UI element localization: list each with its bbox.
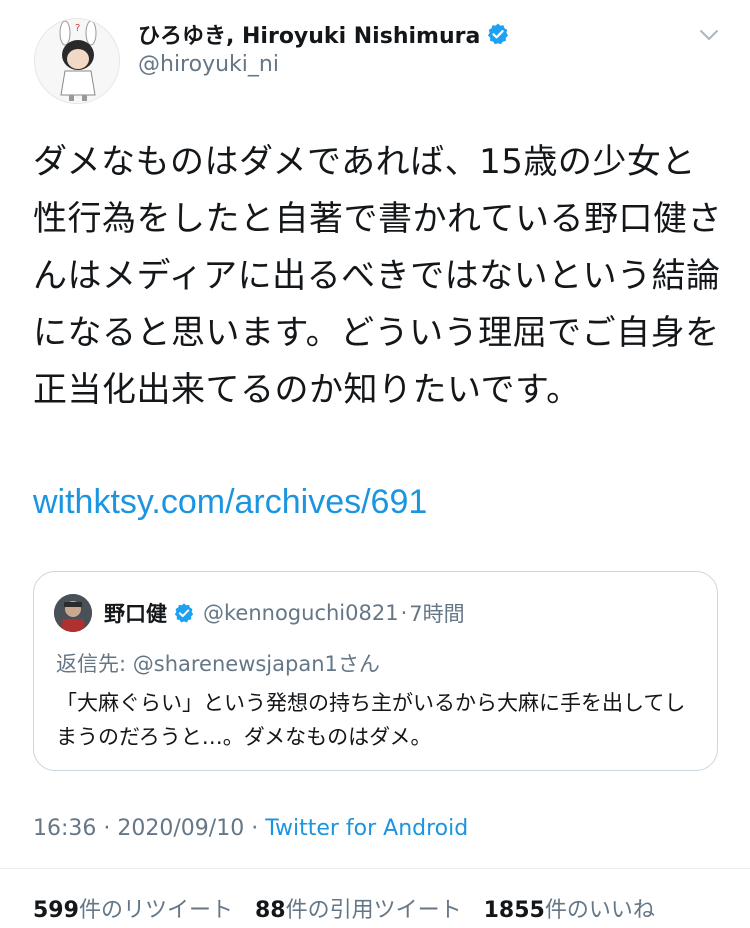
tweet-stats: 599件のリツイート 88件の引用ツイート 1855件のいいね [33, 892, 677, 924]
quotes-count: 88 [254, 898, 286, 923]
author-avatar[interactable]: ? [34, 18, 120, 104]
retweets-stat[interactable]: 599件のリツイート [33, 892, 233, 924]
quotes-stat[interactable]: 88件の引用ツイート [255, 892, 462, 924]
quoted-author-avatar [54, 594, 92, 632]
tweet-link[interactable]: withktsy.com/archives/691 [33, 480, 427, 524]
quotes-label: 件の引用ツイート [285, 898, 462, 923]
tweet-source-link[interactable]: Twitter for Android [265, 816, 468, 841]
quoted-text: 「大麻ぐらい」という発想の持ち主がいるから大麻に手を出してしまうのだろうと…。ダ… [56, 691, 686, 749]
avatar-illustration: ? [35, 19, 119, 103]
tweet-time: 16:36 [33, 816, 97, 841]
divider [0, 868, 750, 869]
meta-separator: · [96, 816, 118, 841]
likes-count: 1855 [483, 898, 545, 923]
verified-badge-icon [173, 602, 195, 624]
quoted-reply-to: 返信先: @sharenewsjapan1さん [56, 652, 380, 676]
quoted-tweet[interactable]: 野口健 @kennoguchi0821 · 7時間 返信先: @sharenew… [33, 571, 718, 771]
quoted-time: 7時間 [409, 602, 465, 626]
svg-text:?: ? [75, 23, 80, 34]
meta-separator: · [244, 816, 266, 841]
retweets-label: 件のリツイート [78, 898, 233, 923]
author-display-name[interactable]: ひろゆき, Hiroyuki Nishimura [138, 18, 480, 50]
chevron-down-icon[interactable] [698, 24, 720, 46]
author-block[interactable]: ひろゆき, Hiroyuki Nishimura @hiroyuki_ni [138, 22, 510, 77]
likes-label: 件のいいね [544, 898, 655, 923]
retweets-count: 599 [33, 898, 79, 923]
quoted-author-handle: @kennoguchi0821 [203, 601, 399, 625]
author-handle[interactable]: @hiroyuki_ni [138, 52, 279, 77]
tweet-date: 2020/09/10 [117, 816, 245, 841]
tweet-meta: 16:36 · 2020/09/10 · Twitter for Android [33, 816, 468, 841]
quoted-separator: · [400, 601, 408, 625]
verified-badge-icon [486, 22, 510, 46]
quoted-avatar-illustration [54, 594, 92, 632]
tweet-detail: ? ひろゆき, Hiroyuki Nishimura @hiroyuki_ni [0, 0, 750, 928]
likes-stat[interactable]: 1855件のいいね [484, 892, 655, 924]
tweet-text: ダメなものはダメであれば、15歳の少女と性行為をしたと自著で書かれている野口健さ… [33, 142, 722, 410]
quoted-author-name: 野口健 [104, 602, 167, 626]
